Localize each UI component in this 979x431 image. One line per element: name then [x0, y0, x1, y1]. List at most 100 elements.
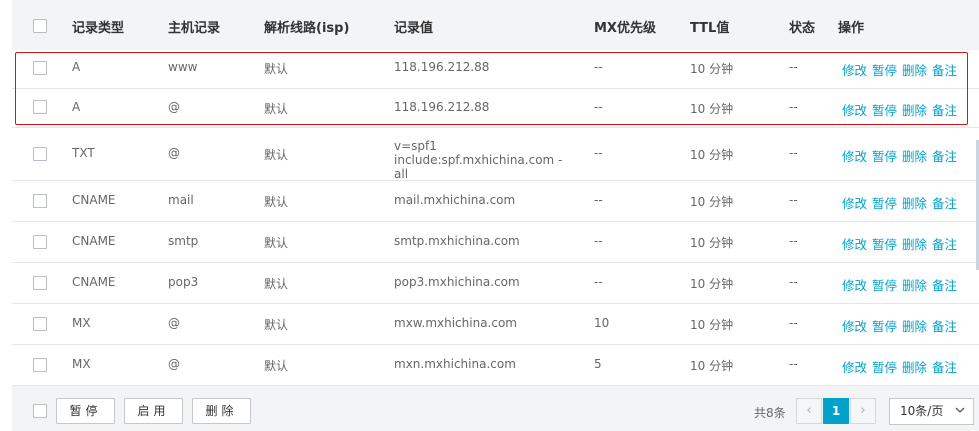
status: -- — [789, 193, 798, 207]
record-value: smtp.mxhichina.com — [394, 234, 520, 248]
row-checkbox[interactable] — [33, 317, 47, 331]
note-link[interactable]: 备注 — [932, 237, 957, 252]
edit-link[interactable]: 修改 — [842, 196, 867, 211]
isp-line: 默认 — [264, 195, 289, 209]
pause-link[interactable]: 暂停 — [872, 360, 897, 375]
row-checkbox[interactable] — [33, 100, 47, 114]
note-link[interactable]: 备注 — [932, 103, 957, 118]
column-header-actions: 操作 — [838, 21, 865, 36]
ttl: 10 分钟 — [690, 359, 734, 373]
pause-link[interactable]: 暂停 — [872, 103, 897, 118]
note-link[interactable]: 备注 — [932, 196, 957, 211]
edit-link[interactable]: 修改 — [842, 237, 867, 252]
column-header-host: 主机记录 — [168, 21, 221, 36]
column-header-ttl: TTL值 — [690, 21, 730, 36]
table-footer: 暂停 启用 删除 共8条 ‹ 1 › 10条/页 — [12, 386, 979, 431]
note-link[interactable]: 备注 — [932, 360, 957, 375]
delete-link[interactable]: 删除 — [902, 103, 927, 118]
isp-line: 默认 — [264, 318, 289, 332]
edit-link[interactable]: 修改 — [842, 360, 867, 375]
pause-link[interactable]: 暂停 — [872, 63, 897, 78]
column-header-status: 状态 — [789, 21, 816, 36]
status: -- — [789, 357, 798, 371]
batch-enable-button[interactable]: 启用 — [124, 398, 183, 424]
status: -- — [789, 234, 798, 248]
note-link[interactable]: 备注 — [932, 149, 957, 164]
delete-link[interactable]: 删除 — [902, 63, 927, 78]
row-checkbox[interactable] — [33, 194, 47, 208]
prev-page-button[interactable]: ‹ — [796, 398, 822, 424]
record-type: MX — [72, 357, 91, 371]
host-record: smtp — [168, 234, 199, 248]
select-all-checkbox[interactable] — [33, 19, 47, 33]
delete-link[interactable]: 删除 — [902, 149, 927, 164]
page-1-button[interactable]: 1 — [823, 398, 849, 424]
table-row: MX @ 默认 mxw.mxhichina.com 10 10 分钟 -- 修改… — [12, 304, 979, 345]
edit-link[interactable]: 修改 — [842, 63, 867, 78]
next-page-button[interactable]: › — [850, 398, 876, 424]
table-row: A @ 默认 118.196.212.88 -- 10 分钟 -- 修改 暂停 删除… — [12, 89, 979, 128]
footer-select-all-checkbox[interactable] — [33, 404, 47, 418]
row-actions: 修改 暂停 删除 备注 — [842, 357, 962, 376]
edit-link[interactable]: 修改 — [842, 149, 867, 164]
status: -- — [789, 316, 798, 330]
column-header-value: 记录值 — [394, 21, 434, 36]
delete-link[interactable]: 删除 — [902, 278, 927, 293]
host-record: www — [168, 60, 198, 74]
row-checkbox[interactable] — [33, 235, 47, 249]
pause-link[interactable]: 暂停 — [872, 319, 897, 334]
record-value: 118.196.212.88 — [394, 100, 490, 114]
pause-link[interactable]: 暂停 — [872, 278, 897, 293]
row-actions: 修改 暂停 删除 备注 — [842, 234, 962, 253]
record-value: mail.mxhichina.com — [394, 193, 516, 207]
ttl: 10 分钟 — [690, 318, 734, 332]
mx-priority: -- — [594, 234, 603, 248]
edit-link[interactable]: 修改 — [842, 278, 867, 293]
batch-delete-button[interactable]: 删除 — [192, 398, 251, 424]
isp-line: 默认 — [264, 102, 289, 116]
note-link[interactable]: 备注 — [932, 319, 957, 334]
host-record: @ — [168, 146, 180, 160]
mx-priority: -- — [594, 100, 603, 114]
record-type: MX — [72, 316, 91, 330]
batch-pause-button[interactable]: 暂停 — [56, 398, 115, 424]
note-link[interactable]: 备注 — [932, 63, 957, 78]
pause-link[interactable]: 暂停 — [872, 196, 897, 211]
record-value: pop3.mxhichina.com — [394, 275, 520, 289]
table-row: TXT @ 默认 v=spf1 include:spf.mxhichina.co… — [12, 128, 979, 181]
record-value: mxw.mxhichina.com — [394, 316, 517, 330]
ttl: 10 分钟 — [690, 148, 734, 162]
row-checkbox[interactable] — [33, 276, 47, 290]
isp-line: 默认 — [264, 236, 289, 250]
ttl: 10 分钟 — [690, 236, 734, 250]
note-link[interactable]: 备注 — [932, 278, 957, 293]
delete-link[interactable]: 删除 — [902, 319, 927, 334]
delete-link[interactable]: 删除 — [902, 196, 927, 211]
status: -- — [789, 60, 798, 74]
edit-link[interactable]: 修改 — [842, 319, 867, 334]
row-checkbox[interactable] — [33, 358, 47, 372]
record-type: TXT — [72, 146, 95, 160]
row-checkbox[interactable] — [33, 147, 47, 161]
total-count: 共8条 — [754, 406, 786, 420]
delete-link[interactable]: 删除 — [902, 237, 927, 252]
table-header: 记录类型 主机记录 解析线路(isp) 记录值 MX优先级 TTL值 状态 操作 — [12, 0, 979, 51]
mx-priority: -- — [594, 146, 603, 160]
edit-link[interactable]: 修改 — [842, 103, 867, 118]
ttl: 10 分钟 — [690, 102, 734, 116]
pause-link[interactable]: 暂停 — [872, 149, 897, 164]
record-type: CNAME — [72, 275, 116, 289]
page-size-select[interactable]: 10条/页 — [889, 398, 974, 425]
record-type: CNAME — [72, 234, 116, 248]
record-value: v=spf1 include:spf.mxhichina.com -all — [394, 139, 563, 181]
host-record: mail — [168, 193, 194, 207]
record-type: A — [72, 100, 81, 114]
row-checkbox[interactable] — [33, 61, 47, 75]
column-header-type: 记录类型 — [72, 21, 125, 36]
column-header-line: 解析线路(isp) — [264, 21, 350, 36]
row-actions: 修改 暂停 删除 备注 — [842, 193, 962, 212]
delete-link[interactable]: 删除 — [902, 360, 927, 375]
row-actions: 修改 暂停 删除 备注 — [842, 275, 962, 294]
column-header-mx: MX优先级 — [594, 21, 656, 36]
pause-link[interactable]: 暂停 — [872, 237, 897, 252]
